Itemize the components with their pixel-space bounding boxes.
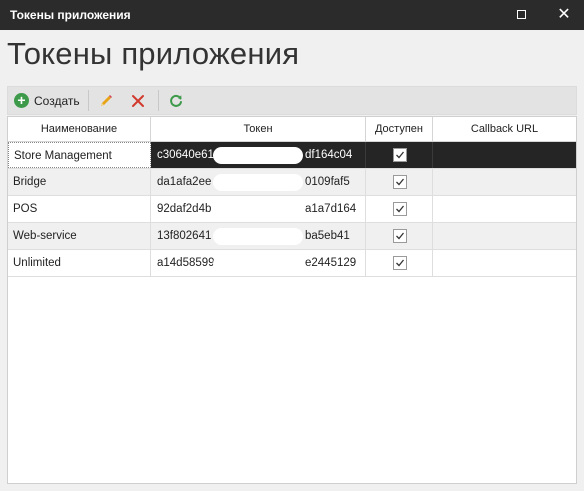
cell-callback-url[interactable] <box>433 169 576 195</box>
column-header-name[interactable]: Наименование <box>8 117 151 141</box>
cell-name[interactable]: Web-service <box>8 223 151 249</box>
plus-circle-icon: + <box>14 93 29 108</box>
delete-button[interactable] <box>130 87 146 114</box>
cell-available <box>366 169 433 195</box>
create-label: Создать <box>34 93 80 108</box>
maximize-icon <box>516 10 526 20</box>
token-end: ba5eb41 <box>305 230 350 242</box>
redaction-mask <box>213 174 303 191</box>
token-end: 0109faf5 <box>305 176 350 188</box>
toolbar-separator <box>88 90 89 111</box>
column-header-token[interactable]: Токен <box>151 117 366 141</box>
cell-token[interactable]: da1afa2ee 0109faf5 <box>151 169 366 195</box>
cell-token[interactable]: 13f802641 ba5eb41 <box>151 223 366 249</box>
cell-name[interactable]: Store Management <box>8 142 151 168</box>
tokens-table: Наименование Токен Доступен Callback URL… <box>7 116 577 484</box>
edit-button[interactable] <box>98 87 114 114</box>
check-icon <box>396 232 405 240</box>
refresh-button[interactable] <box>168 87 184 114</box>
table-row[interactable]: Store Management c30640e61 df164c04 <box>8 142 576 169</box>
cell-name[interactable]: POS <box>8 196 151 222</box>
table-row[interactable]: Bridge da1afa2ee 0109faf5 <box>8 169 576 196</box>
cell-callback-url[interactable] <box>433 250 576 276</box>
token-start: c30640e61 <box>157 149 214 161</box>
table-row[interactable]: Unlimited a14d58599 e2445129 <box>8 250 576 277</box>
token-end: e2445129 <box>305 257 357 269</box>
close-button[interactable]: ✕ <box>547 0 581 30</box>
column-header-available[interactable]: Доступен <box>366 117 433 141</box>
token-start: da1afa2ee <box>157 176 212 188</box>
toolbar-separator <box>158 90 159 111</box>
token-start: 92daf2d4b <box>157 203 212 215</box>
cell-available <box>366 250 433 276</box>
cell-token[interactable]: c30640e61 df164c04 <box>151 142 366 168</box>
table-header: Наименование Токен Доступен Callback URL <box>8 117 576 142</box>
x-icon <box>132 94 144 107</box>
cell-available <box>366 223 433 249</box>
check-icon <box>396 151 405 159</box>
available-checkbox[interactable] <box>393 148 407 162</box>
cell-token[interactable]: a14d58599 e2445129 <box>151 250 366 276</box>
check-icon <box>396 178 405 186</box>
redaction-mask <box>213 255 303 272</box>
token-end: df164c04 <box>305 149 353 161</box>
cell-available <box>366 196 433 222</box>
cell-token[interactable]: 92daf2d4b a1a7d164 <box>151 196 366 222</box>
refresh-icon <box>170 94 182 107</box>
column-header-callback-url[interactable]: Callback URL <box>433 117 576 141</box>
table-row[interactable]: POS 92daf2d4b a1a7d164 <box>8 196 576 223</box>
cell-callback-url[interactable] <box>433 142 576 168</box>
window-title: Токены приложения <box>10 8 131 22</box>
page-title: Токены приложения <box>7 36 300 71</box>
available-checkbox[interactable] <box>393 175 407 189</box>
maximize-button[interactable] <box>504 0 538 30</box>
pencil-icon <box>101 94 112 106</box>
toolbar: + Создать <box>7 86 577 115</box>
redaction-mask <box>213 228 303 245</box>
token-start: 13f802641 <box>157 230 212 242</box>
available-checkbox[interactable] <box>393 256 407 270</box>
cell-callback-url[interactable] <box>433 223 576 249</box>
token-end: a1a7d164 <box>305 203 357 215</box>
title-bar: Токены приложения ✕ <box>0 0 584 30</box>
cell-callback-url[interactable] <box>433 196 576 222</box>
available-checkbox[interactable] <box>393 202 407 216</box>
available-checkbox[interactable] <box>393 229 407 243</box>
redaction-mask <box>213 147 303 164</box>
app-window: Токены приложения ✕ Токены приложения + … <box>0 0 584 491</box>
table-row[interactable]: Web-service 13f802641 ba5eb41 <box>8 223 576 250</box>
check-icon <box>396 205 405 213</box>
check-icon <box>396 259 405 267</box>
cell-available <box>366 142 433 168</box>
create-button[interactable]: + Создать <box>14 87 80 114</box>
redaction-mask <box>213 201 303 218</box>
cell-name[interactable]: Bridge <box>8 169 151 195</box>
token-start: a14d58599 <box>157 257 215 269</box>
cell-name[interactable]: Unlimited <box>8 250 151 276</box>
